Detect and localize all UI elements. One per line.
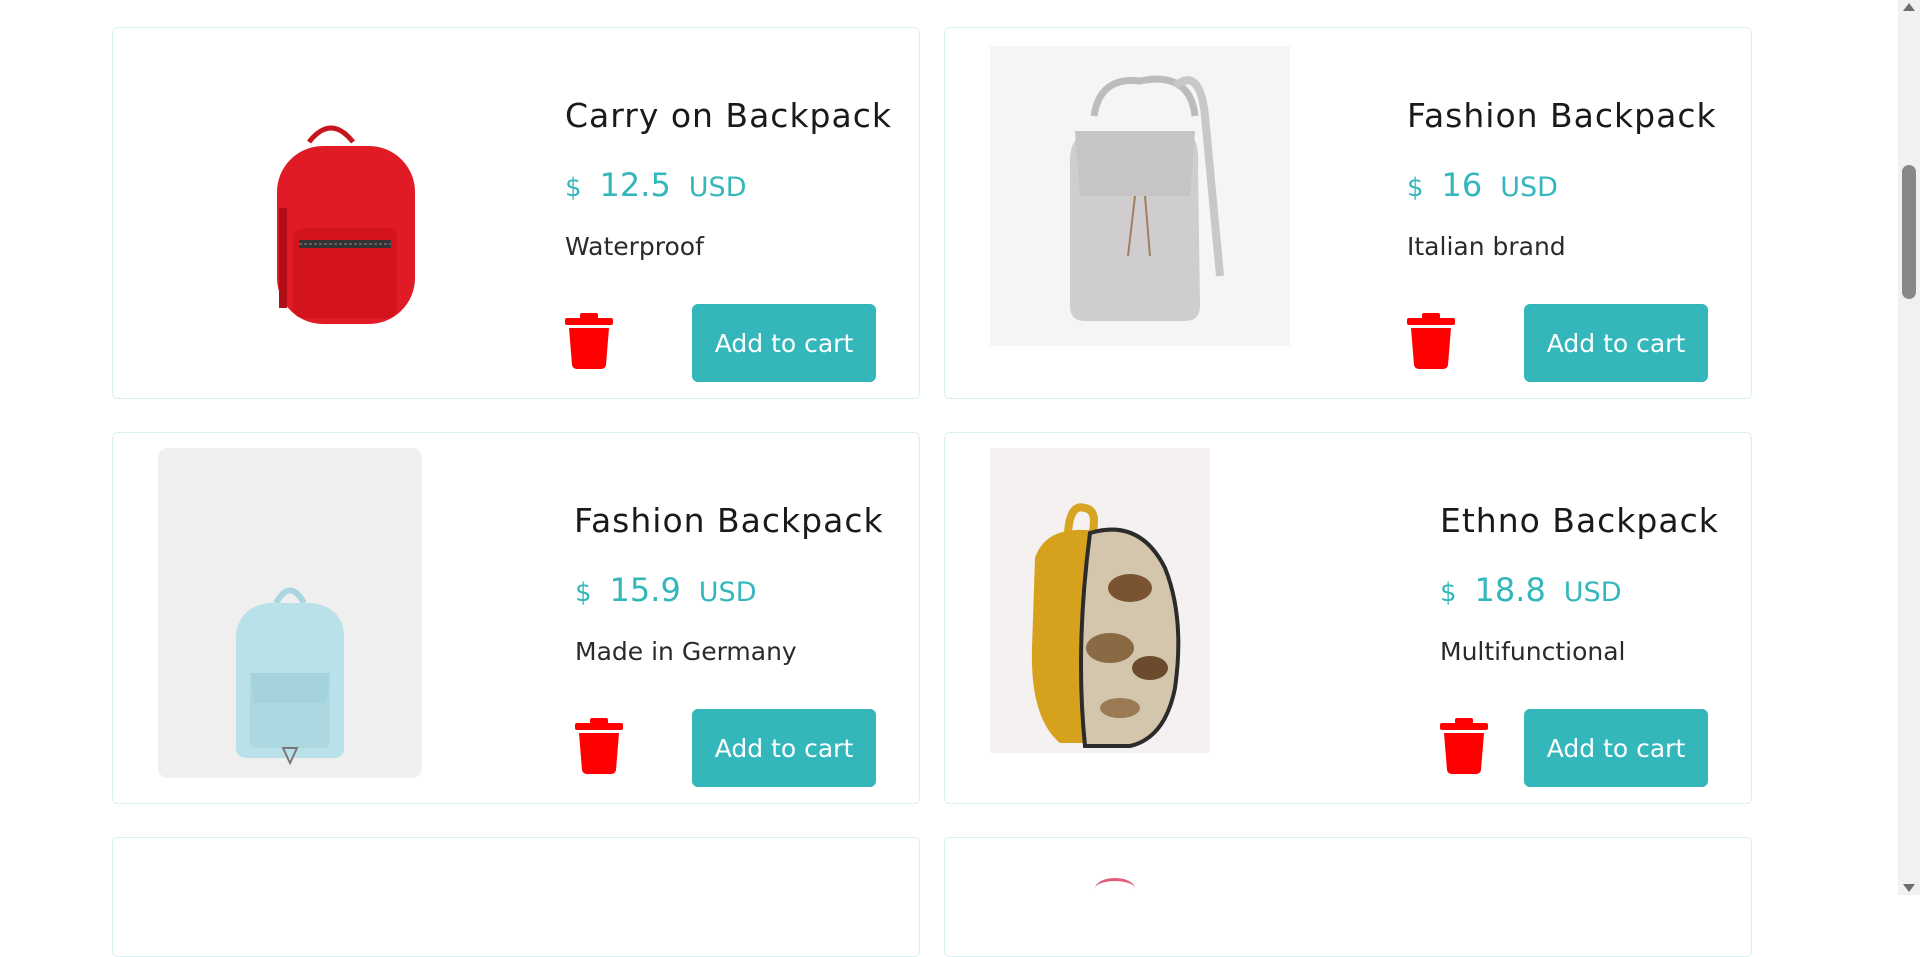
- product-price: $18.8 USD: [1440, 571, 1622, 609]
- add-to-cart-button[interactable]: Add to cart: [1524, 709, 1708, 787]
- add-to-cart-button[interactable]: Add to cart: [1524, 304, 1708, 382]
- product-list: Carry on Backpack $12.5 USD Waterproof Ad…: [0, 0, 1898, 957]
- currency-symbol: $: [1407, 173, 1424, 203]
- product-image: [1095, 878, 1135, 899]
- currency-code: USD: [688, 172, 747, 203]
- product-image: [158, 448, 422, 778]
- trash-icon[interactable]: [575, 718, 623, 774]
- trash-icon[interactable]: [1407, 313, 1455, 369]
- currency-code: USD: [1563, 577, 1622, 608]
- product-image: [201, 108, 441, 338]
- currency-symbol: $: [565, 173, 582, 203]
- product-description: Made in Germany: [575, 637, 797, 666]
- product-description: Italian brand: [1407, 232, 1566, 261]
- product-card: Carry on Backpack $12.5 USD Waterproof Ad…: [112, 27, 920, 399]
- product-title: Ethno Backpack: [1440, 501, 1719, 540]
- price-amount: 16: [1441, 166, 1483, 204]
- vertical-scrollbar[interactable]: [1898, 0, 1920, 895]
- add-to-cart-button[interactable]: Add to cart: [692, 304, 876, 382]
- trash-icon[interactable]: [565, 313, 613, 369]
- trash-icon[interactable]: [1440, 718, 1488, 774]
- product-card: Ethno Backpack $18.8 USD Multifunctional …: [944, 432, 1752, 804]
- scrollbar-thumb[interactable]: [1902, 165, 1916, 299]
- product-image: [990, 448, 1210, 753]
- product-title: Fashion Backpack: [1407, 96, 1717, 135]
- currency-symbol: $: [575, 578, 592, 608]
- product-description: Multifunctional: [1440, 637, 1626, 666]
- currency-code: USD: [1500, 172, 1558, 203]
- product-description: Waterproof: [565, 232, 704, 261]
- price-amount: 18.8: [1474, 571, 1546, 609]
- product-card: Fashion Backpack $16 USD Italian brand Ad…: [944, 27, 1752, 399]
- product-image: [990, 46, 1290, 346]
- product-price: $12.5 USD: [565, 166, 747, 204]
- product-card: [944, 837, 1752, 957]
- product-title: Carry on Backpack: [565, 96, 892, 135]
- price-amount: 12.5: [599, 166, 671, 204]
- currency-code: USD: [698, 577, 757, 608]
- product-price: $16 USD: [1407, 166, 1558, 204]
- scroll-up-arrow-icon[interactable]: [1903, 3, 1915, 11]
- currency-symbol: $: [1440, 578, 1457, 608]
- scroll-down-arrow-icon[interactable]: [1903, 884, 1915, 892]
- product-card: Fashion Backpack $15.9 USD Made in German…: [112, 432, 920, 804]
- add-to-cart-button[interactable]: Add to cart: [692, 709, 876, 787]
- product-card: [112, 837, 920, 957]
- product-title: Fashion Backpack: [574, 501, 884, 540]
- price-amount: 15.9: [609, 571, 681, 609]
- product-price: $15.9 USD: [575, 571, 757, 609]
